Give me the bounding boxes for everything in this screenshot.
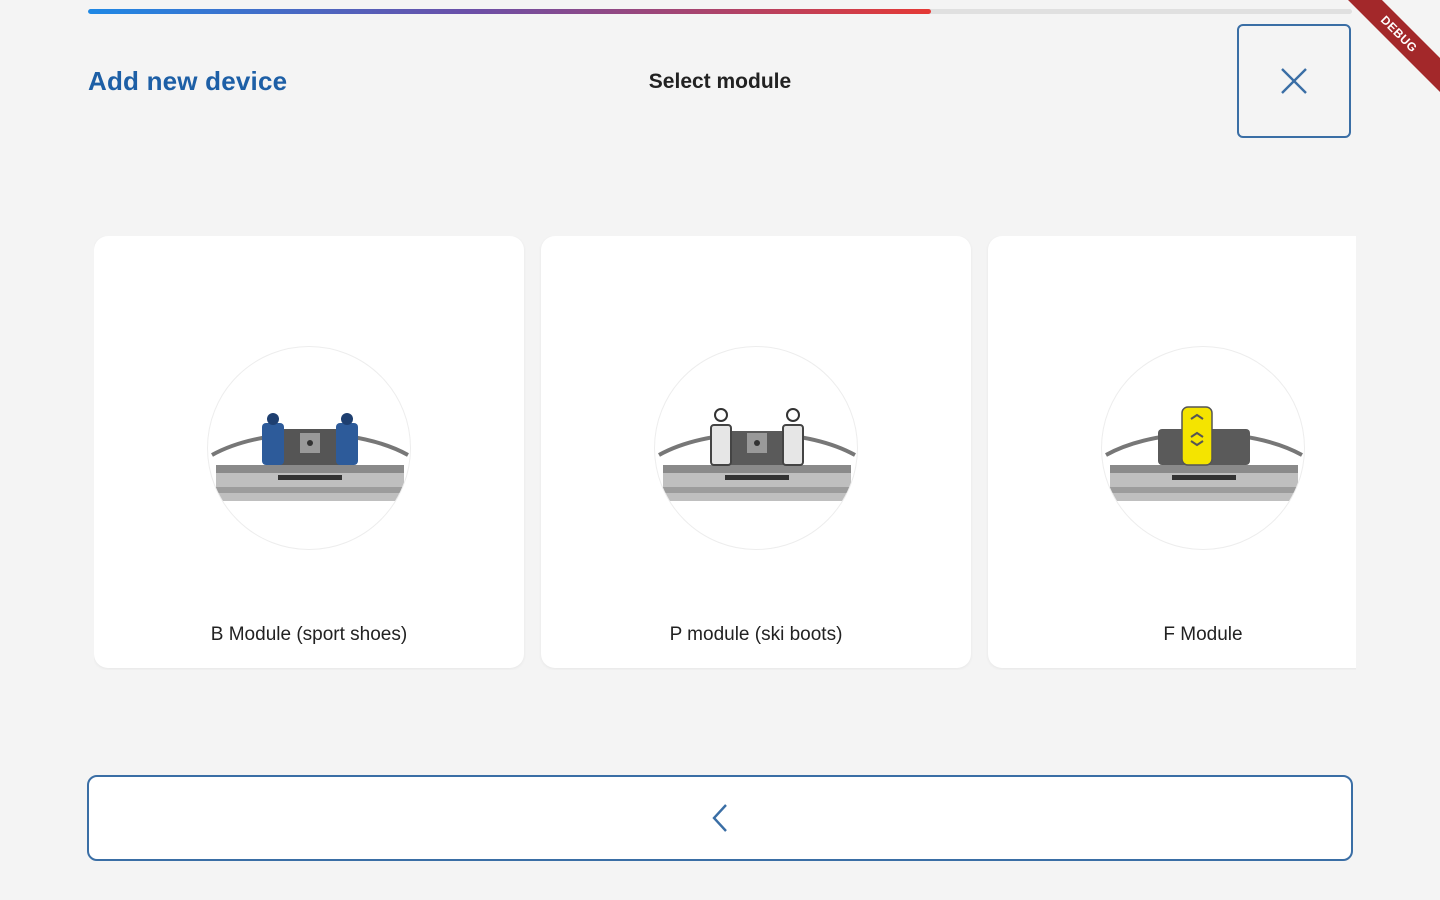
module-card-p[interactable]: P module (ski boots) (541, 236, 971, 668)
f-module-image (1101, 346, 1305, 550)
progress-bar-fill (88, 9, 932, 14)
step-title: Select module (648, 70, 792, 93)
p-module-image (654, 346, 858, 550)
module-card-label: P module (ski boots) (669, 624, 843, 645)
add-device-screen: Add new device Select module DEBUG B Mod… (0, 0, 1440, 900)
close-button[interactable] (1237, 24, 1351, 138)
progress-bar (88, 9, 1352, 14)
b-module-image (207, 346, 411, 550)
close-icon (1281, 68, 1307, 94)
module-card-f[interactable]: F Module (988, 236, 1356, 668)
module-card-label: B Module (sport shoes) (210, 624, 408, 645)
chevron-left-icon (712, 804, 727, 832)
back-button[interactable] (87, 775, 1353, 861)
module-carousel[interactable]: B Module (sport shoes) P module (ski boo… (94, 236, 1356, 670)
module-card-label: F Module (1163, 624, 1243, 645)
module-card-b[interactable]: B Module (sport shoes) (94, 236, 524, 668)
